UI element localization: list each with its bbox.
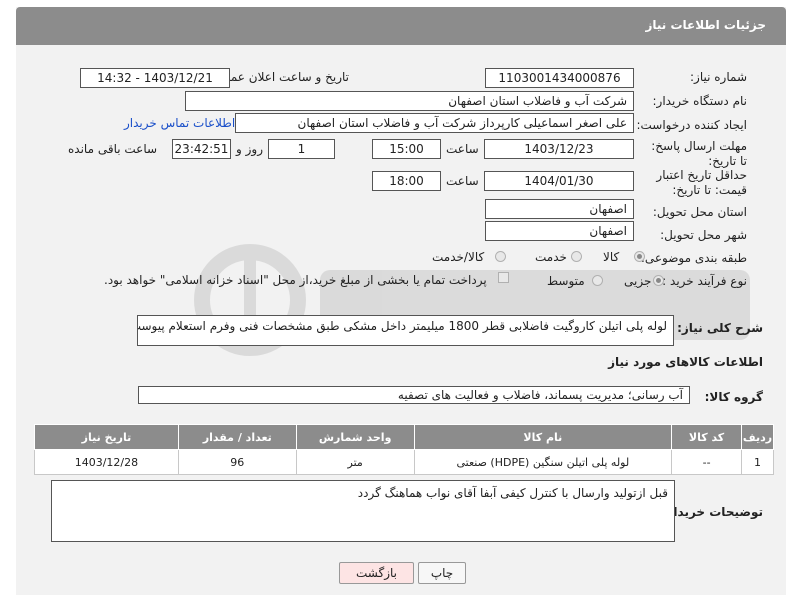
process-option-minor: جزیی xyxy=(624,274,652,288)
goods-group-label: گروه کالا: xyxy=(704,390,763,404)
category-label: طبقه بندی موضوعی: xyxy=(640,251,747,265)
cell-need-date: 1403/12/28 xyxy=(34,449,179,475)
print-button[interactable]: چاپ xyxy=(418,562,466,584)
category-option-service: خدمت xyxy=(535,250,567,264)
cell-unit: متر xyxy=(295,449,415,475)
col-header-need-date: تاریخ نیاز xyxy=(34,424,179,450)
announce-field: 1403/12/21 - 14:32 xyxy=(80,68,230,88)
col-header-unit: واحد شمارش xyxy=(295,424,415,450)
goods-section-title: اطلاعات کالاهای مورد نیاز xyxy=(608,355,763,369)
reply-time-field: 15:00 xyxy=(372,139,441,159)
price-validity-label: حداقل تاریخ اعتبار قیمت: تا تاریخ: xyxy=(656,168,747,197)
buyer-org-field: شرکت آب و فاضلاب استان اصفهان xyxy=(185,91,634,111)
reply-date-field: 1403/12/23 xyxy=(484,139,634,159)
province-field: اصفهان xyxy=(485,199,634,219)
description-label: شرح کلی نیاز: xyxy=(677,321,763,335)
goods-group-field: آب رسانی؛ مدیریت پسماند، فاضلاب و فعالیت… xyxy=(138,386,690,404)
cell-goods-code: -- xyxy=(671,449,743,475)
treasury-payment-note: پرداخت تمام یا بخشی از مبلغ خرید،از محل … xyxy=(104,273,487,287)
reply-time-label: ساعت xyxy=(446,142,479,156)
goods-table: ردیف کد کالا نام کالا واحد شمارش تعداد /… xyxy=(34,424,774,475)
remaining-time-field: 23:42:51 xyxy=(172,139,231,159)
buyer-notes-label: توضیحات خریدار: xyxy=(661,505,763,519)
category-radio-service[interactable] xyxy=(571,251,582,262)
category-radio-goods[interactable] xyxy=(634,251,645,262)
process-type-label: نوع فرآیند خرید : xyxy=(662,274,747,288)
treasury-payment-checkbox[interactable] xyxy=(498,272,509,283)
back-button[interactable]: بازگشت xyxy=(339,562,414,584)
process-option-medium: متوسط xyxy=(547,274,585,288)
price-date-field: 1404/01/30 xyxy=(484,171,634,191)
col-header-row: ردیف xyxy=(741,424,774,450)
cell-row-number: 1 xyxy=(741,449,774,475)
description-textarea[interactable]: لوله پلی اتیلن کاروگیت فاضلابی قطر 1800 … xyxy=(137,315,674,346)
remaining-label: ساعت باقی مانده xyxy=(68,142,158,156)
price-time-label: ساعت xyxy=(446,174,479,188)
creator-label: ایجاد کننده درخواست: xyxy=(636,118,747,132)
category-radio-goods-service[interactable] xyxy=(495,251,506,262)
category-option-goods-service: کالا/خدمت xyxy=(432,250,485,264)
cell-quantity: 96 xyxy=(177,449,297,475)
col-header-quantity: تعداد / مقدار xyxy=(177,424,297,450)
need-number-field: 1103001434000876 xyxy=(485,68,634,88)
goods-table-header: ردیف کد کالا نام کالا واحد شمارش تعداد /… xyxy=(34,424,774,450)
days-remaining-field: 1 xyxy=(268,139,335,159)
col-header-code: کد کالا xyxy=(671,424,743,450)
need-number-label: شماره نیاز: xyxy=(690,70,747,84)
category-option-goods: کالا xyxy=(603,250,620,264)
buyer-notes-textarea[interactable]: قبل ازتولید وارسال با کنترل کیفی آبفا آق… xyxy=(51,480,675,542)
days-label: روز و xyxy=(236,142,263,156)
province-label: استان محل تحویل: xyxy=(652,205,747,219)
city-label: شهر محل تحویل: xyxy=(660,228,747,242)
page-header: جزئیات اطلاعات نیاز xyxy=(16,7,786,45)
col-header-name: نام کالا xyxy=(413,424,673,450)
buyer-contact-link[interactable]: اطلاعات تماس خریدار xyxy=(124,116,235,130)
creator-field: علی اصغر اسماعیلی کارپرداز شرکت آب و فاض… xyxy=(235,113,634,133)
process-radio-minor[interactable] xyxy=(653,275,664,286)
reply-deadline-label: مهلت ارسال پاسخ: تا تاریخ: xyxy=(651,139,747,168)
page-title: جزئیات اطلاعات نیاز xyxy=(645,18,766,32)
price-time-field: 18:00 xyxy=(372,171,441,191)
cell-goods-name: لوله پلی اتیلن سنگین (HDPE) صنعتی xyxy=(413,449,673,475)
table-row: 1 -- لوله پلی اتیلن سنگین (HDPE) صنعتی م… xyxy=(34,449,774,475)
buyer-org-label: نام دستگاه خریدار: xyxy=(652,94,748,108)
city-field: اصفهان xyxy=(485,221,634,241)
process-radio-medium[interactable] xyxy=(592,275,603,286)
